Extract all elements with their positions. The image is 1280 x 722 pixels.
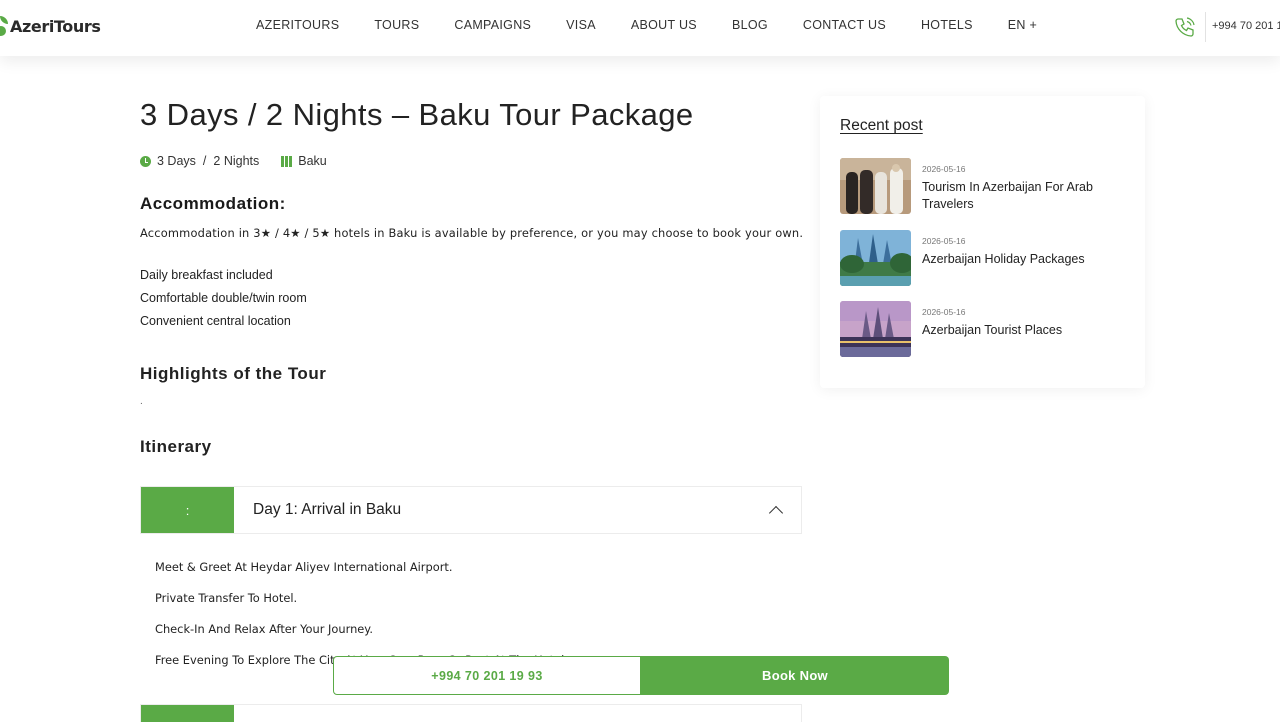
post-date: 2026-05-16 (922, 236, 966, 246)
nav-contact-us[interactable]: CONTACT US (803, 18, 886, 32)
post-date: 2026-05-16 (922, 164, 966, 174)
post-thumbnail (840, 301, 911, 357)
day-title: Day 1: Arrival in Baku (253, 501, 402, 518)
logo-text: AzeriTours (10, 16, 101, 36)
highlights-heading: Highlights of the Tour (140, 364, 327, 383)
itinerary-heading: Itinerary (140, 437, 212, 456)
nav-hotels[interactable]: HOTELS (921, 18, 973, 32)
tour-meta: 3 Days / 2 Nights Baku (140, 154, 327, 168)
post-thumbnail (840, 158, 911, 214)
post-thumbnail (840, 230, 911, 286)
book-now-button[interactable]: Book Now (641, 656, 949, 695)
recent-posts-title[interactable]: Recent post (840, 117, 923, 135)
list-item: Comfortable double/twin room (140, 291, 307, 305)
nav-about-us[interactable]: ABOUT US (631, 18, 697, 32)
header-divider (1205, 12, 1206, 42)
clock-icon (140, 155, 151, 167)
site-logo[interactable]: AzeriTours (0, 14, 101, 38)
tour-nights: 2 Nights (213, 154, 260, 168)
list-item: Check-In And Relax After Your Journey. (155, 622, 374, 636)
post-title: Tourism In Azerbaijan For Arab Travelers (922, 180, 1093, 211)
recent-post-item[interactable]: 2026-05-16 Tourism In Azerbaijan For Ara… (840, 158, 1130, 214)
post-title: Azerbaijan Holiday Packages (922, 252, 1085, 266)
accommodation-heading: Accommodation: (140, 194, 286, 213)
logo-icon (0, 14, 8, 38)
itinerary-day-1-toggle[interactable]: : Day 1: Arrival in Baku (140, 486, 802, 534)
day-number-badge (141, 705, 234, 722)
header-phone-link[interactable]: +994 70 201 1 (1212, 20, 1280, 32)
map-icon (281, 155, 293, 167)
tour-content: 3 Days / 2 Nights – Baku Tour Package 3 … (140, 96, 803, 722)
call-button[interactable]: +994 70 201 19 93 (333, 656, 641, 695)
highlights-text: . (140, 396, 143, 407)
recent-post-item[interactable]: 2026-05-16 Azerbaijan Tourist Places (840, 301, 1130, 357)
recent-post-item[interactable]: 2026-05-16 Azerbaijan Holiday Packages (840, 230, 1130, 286)
accommodation-features: Daily breakfast included Comfortable dou… (140, 264, 307, 333)
itinerary-day-2-toggle[interactable] (140, 704, 802, 722)
nav-azeritours[interactable]: AZERITOURS (256, 18, 339, 32)
list-item: Daily breakfast included (140, 268, 273, 282)
page-title: 3 Days / 2 Nights – Baku Tour Package (140, 97, 694, 132)
post-date: 2026-05-16 (922, 307, 966, 317)
list-item: Convenient central location (140, 314, 291, 328)
list-item: Private Transfer To Hotel. (155, 591, 298, 605)
list-item: Meet & Greet At Heydar Aliyev Internatio… (155, 560, 453, 574)
language-selector[interactable]: EN + (1008, 18, 1037, 32)
recent-posts-widget: Recent post 2026-05-16 Tourism In Azerba… (820, 96, 1145, 388)
phone-icon[interactable] (1173, 15, 1197, 39)
tour-days: 3 Days (157, 154, 196, 168)
tour-location: Baku (298, 154, 327, 168)
meta-separator: / (202, 154, 207, 168)
main-nav: AZERITOURS TOURS CAMPAIGNS VISA ABOUT US… (256, 18, 1037, 32)
nav-campaigns[interactable]: CAMPAIGNS (454, 18, 531, 32)
accommodation-text: Accommodation in 3★ / 4★ / 5★ hotels in … (140, 226, 804, 240)
post-title: Azerbaijan Tourist Places (922, 323, 1063, 337)
nav-visa[interactable]: VISA (566, 18, 596, 32)
chevron-up-icon[interactable] (769, 503, 783, 517)
site-header: AzeriTours AZERITOURS TOURS CAMPAIGNS VI… (0, 0, 1280, 56)
nav-blog[interactable]: BLOG (732, 18, 768, 32)
day-number-badge: : (141, 487, 234, 533)
nav-tours[interactable]: TOURS (374, 18, 419, 32)
